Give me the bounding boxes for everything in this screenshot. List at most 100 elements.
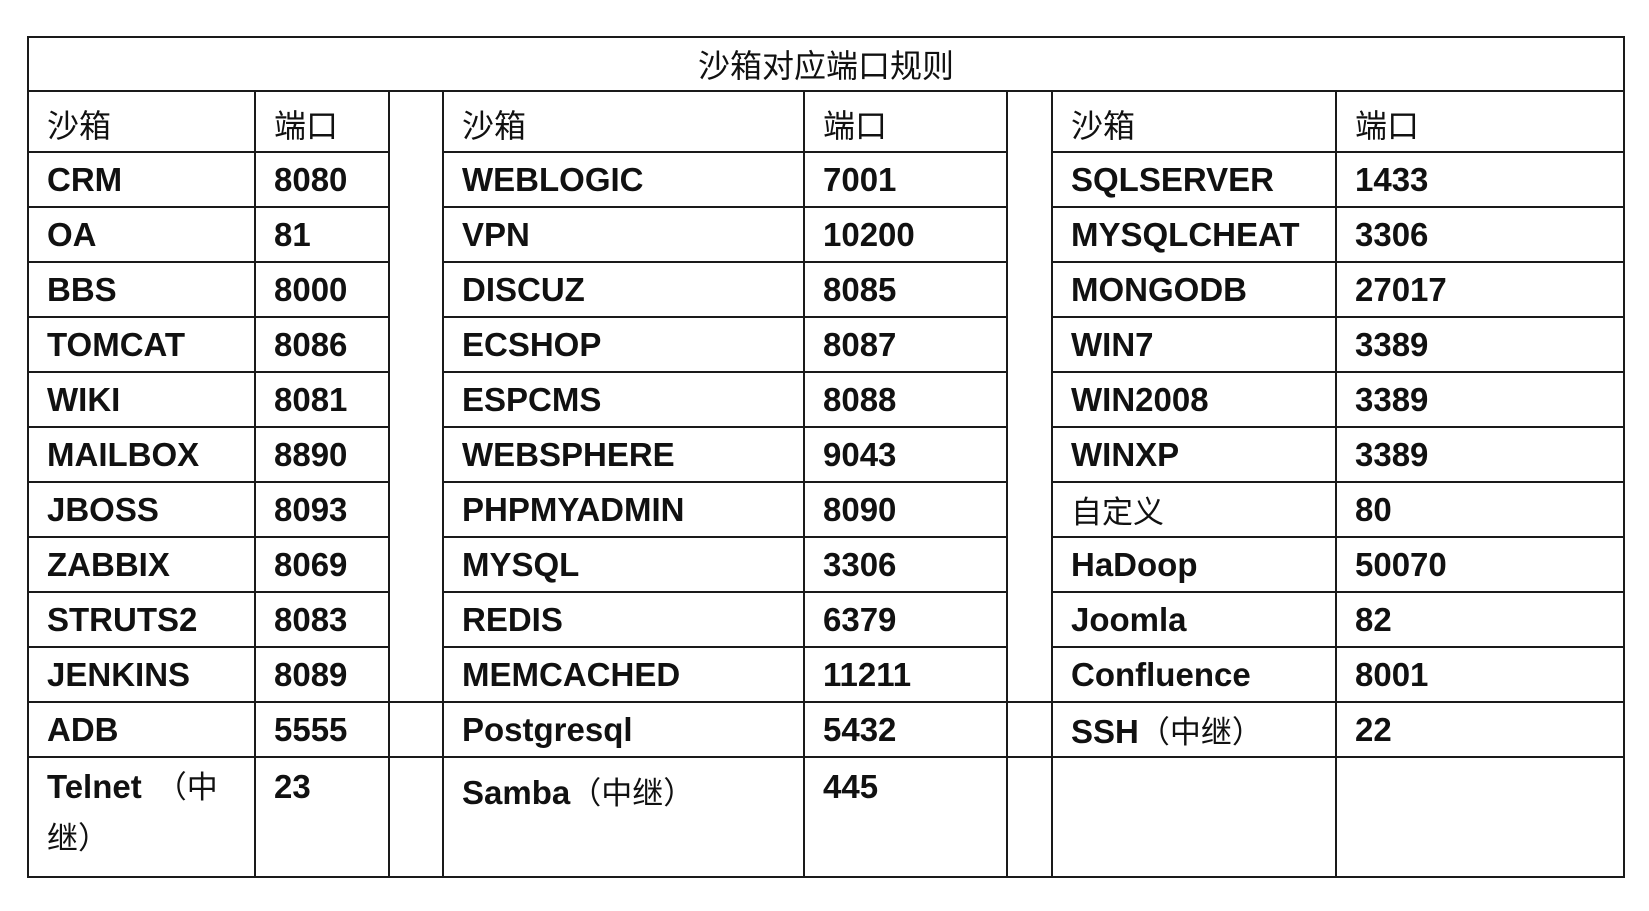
sandbox-name-cell: WIKI [27,371,256,428]
port-cell: 8000 [254,261,390,318]
header-port: 端口 [254,90,390,153]
port-cell: 8088 [803,371,1008,428]
port-cell: 8083 [254,591,390,648]
header-row: 沙箱 端口 沙箱 端口 沙箱 端口 [27,90,1626,703]
sandbox-name: Postgresql [462,710,633,748]
sandbox-port-table: 沙箱对应端口规则 沙箱 端口 沙箱 端口 沙箱 端口 CRM 8080 WEBLOG… [26,36,1626,878]
port-cell: 1433 [1334,151,1626,208]
port-cell: 7001 [803,151,1008,208]
sandbox-name-cell: HaDoop [1051,536,1337,593]
port-cell: 8069 [254,536,390,593]
table-row: WIKI 8081 ESPCMS 8088 WIN2008 3389 [27,371,1626,428]
sandbox-name: REDIS [462,600,563,638]
sandbox-name: JBOSS [47,490,159,528]
header-sandbox: 沙箱 [27,90,256,153]
header-port: 端口 [803,90,1008,153]
table-row: ZABBIX 8069 MYSQL 3306 HaDoop 50070 [27,536,1626,593]
port-cell: 3389 [1334,316,1626,373]
port-cell: 10200 [803,206,1008,263]
header-sandbox: 沙箱 [442,90,805,153]
port-cell: 3306 [1334,206,1626,263]
port-cell: 3389 [1334,371,1626,428]
sandbox-name: MONGODB [1071,270,1247,308]
sandbox-name-cell: CRM [27,151,256,208]
sandbox-name: MYSQL [462,545,580,583]
port-cell: 11211 [803,646,1008,703]
sandbox-name: Joomla [1071,600,1187,638]
sandbox-name: JENKINS [47,655,191,693]
sandbox-name: DISCUZ [462,270,585,308]
sandbox-name-cell: WEBLOGIC [442,151,805,208]
port-cell: 3306 [803,536,1008,593]
sandbox-name: BBS [47,270,117,308]
sandbox-name-cell: JENKINS [27,646,256,703]
sandbox-name: TOMCAT [47,325,186,363]
sandbox-name: MEMCACHED [462,655,681,693]
sandbox-name: WIN2008 [1071,380,1209,418]
sandbox-name-cell: MONGODB [1051,261,1337,318]
sandbox-name: SQLSERVER [1071,160,1274,198]
relay-suffix: （中继） [1138,715,1263,751]
sandbox-name: ZABBIX [47,545,170,583]
table-row: ADB 5555 Postgresql 5432 SSH（中继） 22 [27,701,1626,758]
sandbox-name-cell: JBOSS [27,481,256,538]
sandbox-name: STRUTS2 [47,600,198,638]
header-port: 端口 [1334,90,1626,153]
port-cell: 8081 [254,371,390,428]
sandbox-name: WIN7 [1071,325,1154,363]
sandbox-name: SSH [1071,713,1139,750]
port-cell: 80 [1334,481,1626,538]
port-cell: 81 [254,206,390,263]
empty-cell [1051,756,1337,878]
column-gap [1006,90,1053,703]
port-cell: 3389 [1334,426,1626,483]
port-cell: 8001 [1334,646,1626,703]
sandbox-name-cell: DISCUZ [442,261,805,318]
sandbox-name: OA [47,215,97,253]
sandbox-name-cell: WINXP [1051,426,1337,483]
port-rules-sheet: 沙箱对应端口规则 沙箱 端口 沙箱 端口 沙箱 端口 CRM 8080 WEBLOG… [26,36,1626,878]
sandbox-name-cell: OA [27,206,256,263]
table-title: 沙箱对应端口规则 [26,36,1626,92]
sandbox-name-cell: SQLSERVER [1051,151,1337,208]
table-row: JBOSS 8093 PHPMYADMIN 8090 自定义 80 [27,481,1626,538]
port-cell: 445 [803,756,1008,878]
port-cell: 23 [254,756,390,878]
column-gap [388,701,444,758]
port-cell: 8086 [254,316,390,373]
sandbox-name: VPN [462,215,530,253]
column-gap [388,756,444,878]
sandbox-name-cell: MAILBOX [27,426,256,483]
sandbox-name-cell: Joomla [1051,591,1337,648]
port-cell: 8085 [803,261,1008,318]
column-gap [1006,756,1053,878]
port-cell: 8089 [254,646,390,703]
sandbox-name: WIKI [47,380,121,418]
sandbox-name: Samba [462,774,571,811]
port-cell: 8093 [254,481,390,538]
column-gap [1006,701,1053,758]
table-row: STRUTS2 8083 REDIS 6379 Joomla 82 [27,591,1626,648]
port-cell: 8080 [254,151,390,208]
empty-cell [1334,756,1626,878]
table-row: Telnet （中 继） 23 Samba（中继） 445 [27,756,1626,878]
sandbox-name-cell: WIN2008 [1051,371,1337,428]
sandbox-name-cell: Postgresql [442,701,805,758]
header-sandbox: 沙箱 [1051,90,1337,153]
sandbox-name-cell: Telnet （中 继） [27,756,256,878]
sandbox-name: ECSHOP [462,325,602,363]
relay-suffix: （中继） [570,776,695,812]
sandbox-name-cell: VPN [442,206,805,263]
port-cell: 5555 [254,701,390,758]
sandbox-name-cell: 自定义 [1051,481,1337,538]
sandbox-name-cell: ESPCMS [442,371,805,428]
port-cell: 27017 [1334,261,1626,318]
table-row: MAILBOX 8890 WEBSPHERE 9043 WINXP 3389 [27,426,1626,483]
sandbox-name-cell: WEBSPHERE [442,426,805,483]
relay-suffix: （中 [155,770,218,806]
sandbox-name-cell: ADB [27,701,256,758]
port-cell: 22 [1334,701,1626,758]
sandbox-name: 自定义 [1071,495,1164,531]
sandbox-name: HaDoop [1071,545,1198,583]
sandbox-name-cell: TOMCAT [27,316,256,373]
